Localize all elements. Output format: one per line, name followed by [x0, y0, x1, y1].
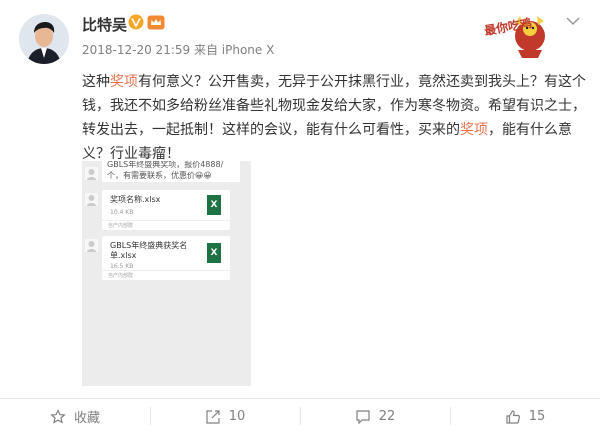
chat-avatar-icon	[85, 167, 98, 180]
avatar[interactable]	[19, 14, 69, 64]
chat-message-line: GBLS年终盛典奖项，报价4888/	[107, 161, 224, 169]
chat-message-line: 个，有需要联系，优惠价😀😀	[107, 171, 212, 180]
chat-message: GBLS年终盛典奖项，报价4888/ 个，有需要联系，优惠价😀😀	[102, 161, 240, 182]
username[interactable]: 比特吴	[82, 14, 127, 35]
vip-crown-icon[interactable]	[147, 15, 165, 30]
highlight-keyword[interactable]: 奖项	[460, 122, 488, 138]
weibo-post-card: 比特吴 2018-12-20 21:59 来自 iPhone X 最你吃鸡 这种…	[0, 0, 600, 434]
repost-count: 10	[228, 409, 246, 424]
favorite-label: 收藏	[73, 411, 100, 426]
verified-badge-icon	[128, 14, 144, 30]
chat-avatar-icon	[85, 239, 98, 252]
file-name-line: 单.xlsx	[110, 251, 137, 260]
comment-button[interactable]: 22	[300, 399, 450, 434]
like-count: 15	[528, 409, 546, 424]
excel-file-icon: X	[207, 243, 221, 263]
favorite-button[interactable]: 收藏	[0, 399, 150, 434]
file-name: 奖项名称.xlsx	[110, 195, 161, 204]
file-name-line: GBLS年终盛典获奖名	[110, 241, 188, 250]
post-meta: 2018-12-20 21:59 来自 iPhone X	[82, 43, 275, 57]
like-button[interactable]: 15	[450, 399, 600, 434]
file-source: 自产内部群	[102, 220, 230, 230]
excel-file-icon: X	[207, 195, 221, 215]
comment-icon	[356, 409, 370, 424]
attached-screenshot[interactable]: GBLS年终盛典奖项，报价4888/ 个，有需要联系，优惠价😀😀 奖项名称.xl…	[82, 161, 251, 386]
file-size: 10.4 KB	[110, 209, 134, 216]
repost-button[interactable]: 10	[150, 399, 300, 434]
file-message: GBLS年终盛典获奖名 单.xlsx 16.5 KB X 自产内部群	[102, 236, 230, 280]
repost-icon	[206, 409, 220, 424]
comment-count: 22	[378, 409, 396, 424]
thumbs-up-icon	[506, 409, 520, 424]
file-name: GBLS年终盛典获奖名 单.xlsx	[110, 241, 187, 261]
star-icon	[50, 408, 66, 424]
highlight-keyword[interactable]: 奖项	[110, 74, 138, 90]
chat-avatar-icon	[85, 193, 98, 206]
post-text: 这种奖项有何意义？公开售卖，无异于公开抹黑行业，竟然还卖到我头上？有这个钱，我还…	[82, 70, 587, 166]
chevron-down-icon[interactable]	[566, 16, 580, 26]
post-text-part: 这种	[82, 74, 110, 90]
file-message: 奖项名称.xlsx 10.4 KB X 自产内部群	[102, 190, 230, 230]
file-source: 自产内部群	[102, 270, 230, 280]
